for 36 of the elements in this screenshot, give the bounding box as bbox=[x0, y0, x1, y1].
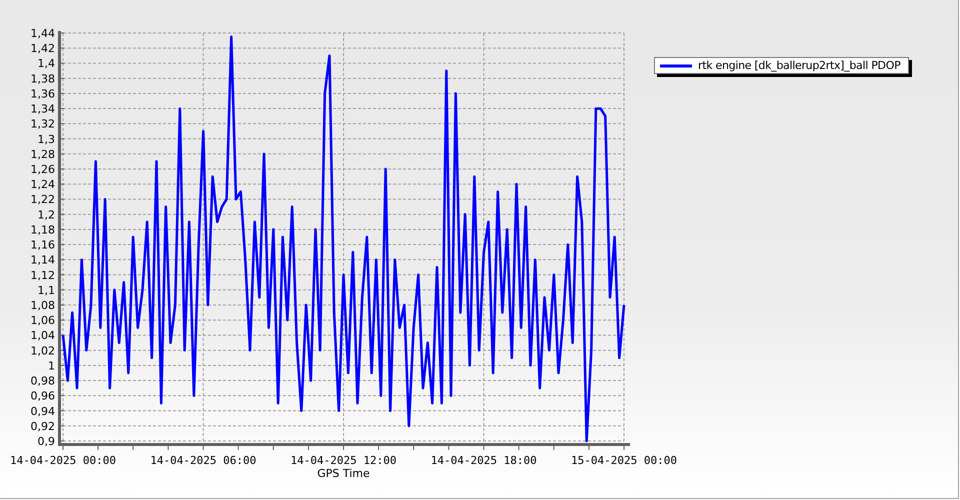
legend-label: rtk engine [dk_ballerup2rtx]_ball PDOP bbox=[698, 59, 900, 72]
x-tick-label: 14-04-2025 12:00 bbox=[290, 454, 396, 467]
y-tick-label: 1,28 bbox=[30, 148, 55, 161]
y-tick-label: 1,04 bbox=[30, 329, 55, 342]
y-tick-label: 0,94 bbox=[30, 404, 55, 418]
y-tick-label: 1,3 bbox=[38, 132, 55, 146]
y-tick-label: 1,26 bbox=[30, 163, 55, 176]
y-tick-label: 1 bbox=[48, 359, 55, 372]
y-tick-label: 1,14 bbox=[30, 254, 55, 267]
y-tick-label: 1,24 bbox=[30, 178, 55, 192]
y-tick-label: 1,06 bbox=[30, 314, 55, 328]
y-tick-label: 1,32 bbox=[30, 118, 55, 131]
y-tick-label: 1,44 bbox=[30, 27, 55, 40]
axis-title: GPS Time bbox=[317, 467, 370, 480]
y-tick-label: 1,1 bbox=[38, 284, 55, 297]
y-tick-label: 1,02 bbox=[30, 344, 55, 358]
y-tick-label: 1,38 bbox=[30, 72, 55, 86]
x-tick-label: 14-04-2025 00:00 bbox=[10, 454, 116, 467]
y-tick-label: 1,08 bbox=[30, 299, 55, 312]
y-tick-label: 1,22 bbox=[30, 193, 55, 206]
y-tick-label: 0,92 bbox=[30, 420, 55, 433]
y-tick-label: 0,9 bbox=[38, 435, 55, 448]
y-tick-label: 1,18 bbox=[30, 223, 55, 236]
y-tick-label: 1,36 bbox=[30, 87, 55, 100]
y-tick-label: 1,4 bbox=[38, 57, 55, 70]
y-tick-label: 1,42 bbox=[30, 42, 55, 56]
y-tick-label: 1,12 bbox=[30, 268, 55, 282]
y-tick-label: 0,96 bbox=[30, 390, 55, 403]
x-tick-label: 15-04-2025 00:00 bbox=[571, 454, 677, 467]
y-tick-label: 0,98 bbox=[30, 374, 55, 388]
legend-line-icon bbox=[660, 64, 692, 68]
y-tick-label: 1,16 bbox=[30, 238, 55, 252]
y-tick-label: 1,2 bbox=[38, 208, 55, 222]
x-tick-label: 14-04-2025 18:00 bbox=[430, 454, 537, 467]
y-tick-label: 1,34 bbox=[30, 102, 55, 116]
x-tick-label: 14-04-2025 06:00 bbox=[150, 454, 256, 467]
